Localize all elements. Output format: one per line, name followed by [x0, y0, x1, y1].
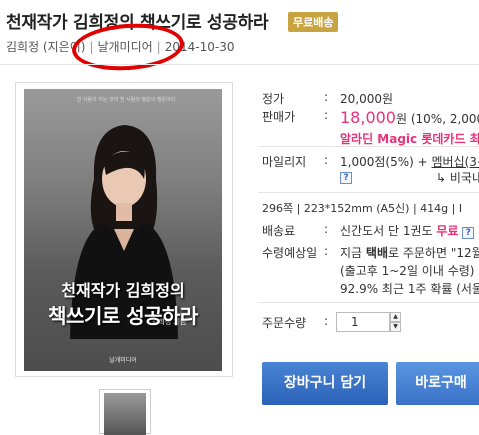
colon: :	[324, 222, 329, 236]
qty-label: 주문수량	[262, 316, 307, 330]
cover-title-line1: 천재작가 김희정의	[61, 281, 185, 300]
qty-row: 주문수량 :	[262, 314, 328, 331]
buy-now-button[interactable]: 바로구매	[396, 362, 479, 405]
shipping-label: 배송료	[262, 224, 296, 238]
colon: :	[324, 153, 329, 167]
list-price-label: 정가	[262, 92, 285, 106]
shipping-free: 무료	[436, 224, 459, 238]
sale-price-row: 판매가 : 18,000원 (10%, 2,000원	[262, 108, 479, 127]
membership-link[interactable]: 멤버십(3~	[431, 155, 479, 169]
sale-price-label: 판매가	[262, 110, 296, 124]
help-icon[interactable]: ?	[340, 169, 352, 184]
delivery-line1: 지금 택배로 주문하면 "12월	[340, 244, 479, 261]
mileage-label: 마일리지	[262, 155, 307, 169]
colon: :	[324, 108, 329, 122]
shipping-row: 배송료 : 신간도서 단 1권도 무료 ?	[262, 222, 475, 239]
qty-increase-icon[interactable]: ▲	[390, 312, 401, 322]
delivery-text-a: 지금	[340, 246, 366, 260]
delivery-row: 수령예상일 : 지금 택배로 주문하면 "12월	[262, 244, 479, 261]
help-icon[interactable]: ?	[462, 227, 475, 239]
colon: :	[324, 314, 329, 328]
mileage-extra: ↳ 비국내	[436, 171, 479, 185]
cover-publisher: 날개미디어	[109, 357, 137, 364]
delivery-label: 수령예상일	[262, 246, 318, 260]
header-divider	[0, 64, 479, 65]
cover-title-line2: 책쓰기로 성공하라	[48, 304, 198, 328]
info-divider	[258, 302, 479, 303]
info-divider	[258, 192, 479, 193]
sale-price-value: 18,000원 (10%, 2,000원	[340, 108, 479, 127]
delivery-method: 택배	[365, 246, 388, 260]
delivery-line2: (출고후 1~2일 이내 수령)	[340, 264, 475, 278]
mileage-row: 마일리지 : 1,000점(5%) + 멤버십(3~	[262, 153, 479, 170]
quantity-input[interactable]: 1	[336, 312, 390, 332]
delivery-text-c: 로 주문하면 "12월	[388, 246, 479, 260]
mileage-points: 1,000점(5%) +	[340, 155, 432, 169]
mileage-value: 1,000점(5%) + 멤버십(3~	[340, 153, 479, 170]
shipping-value: 신간도서 단 1권도 무료 ?	[340, 222, 475, 239]
add-to-cart-button[interactable]: 장바구니 담기	[262, 362, 388, 405]
shipping-text: 신간도서 단 1권도	[340, 224, 437, 238]
cover-thumbnail[interactable]	[99, 389, 151, 435]
card-promo-link[interactable]: 알라딘 Magic 롯데카드 최	[340, 130, 479, 147]
delivery-line3: 92.9% 최근 1주 확률 (서울	[340, 282, 479, 296]
list-price-value: 20,000원	[340, 92, 394, 106]
qty-decrease-icon[interactable]: ▼	[390, 322, 401, 332]
sale-price-amount: 18,000	[340, 108, 396, 127]
sale-price-suffix: 원 (10%, 2,000원	[395, 112, 479, 126]
cover-deco-text: 천 사람이 아는 것이 천 사람의 행운의 행운이다	[76, 97, 176, 103]
free-shipping-badge: 무료배송	[288, 12, 339, 32]
colon: :	[324, 90, 329, 104]
list-price-row: 정가 : 20,000원	[262, 90, 393, 107]
spec-row: 296쪽 | 223*152mm (A5신) | 414g | I	[262, 202, 463, 215]
info-divider	[258, 146, 479, 147]
colon: :	[324, 244, 329, 258]
thumbnail-image	[104, 393, 146, 435]
book-cover-image[interactable]: 천 사람이 아는 것이 천 사람의 행운의 행운이다 김희정 지음 천재작가 김…	[24, 89, 222, 371]
